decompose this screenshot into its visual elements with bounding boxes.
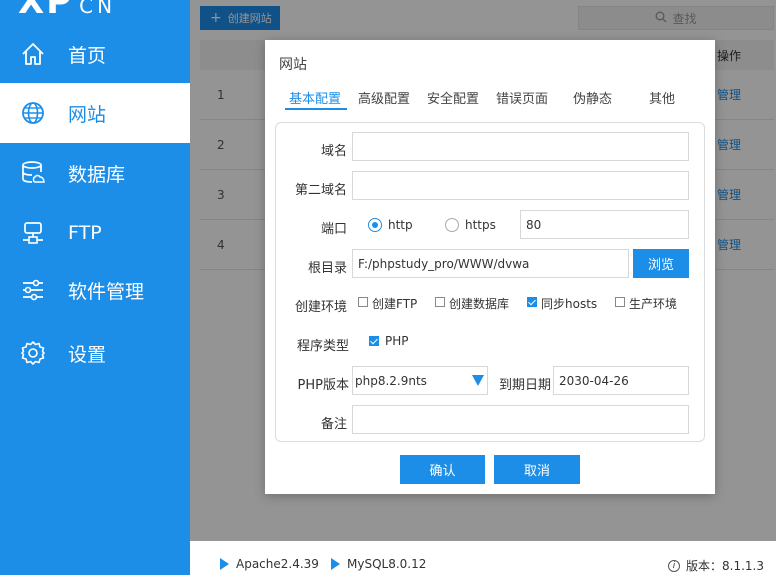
create-env-label: 创建环境 xyxy=(294,300,347,315)
sidebar-item-label: 软件管理 xyxy=(68,280,145,303)
sidebar-item-database[interactable]: 数据库 xyxy=(0,143,190,203)
sidebar-item-software[interactable]: 软件管理 xyxy=(0,260,190,320)
http-radio-label: http xyxy=(388,218,413,232)
sidebar-item-label: 首页 xyxy=(68,44,107,67)
https-radio[interactable] xyxy=(445,218,459,232)
tab-advanced-config[interactable]: 高级配置 xyxy=(358,88,410,107)
logo-suffix: CN xyxy=(79,0,117,18)
php-version-select[interactable]: php8.2.9nts xyxy=(352,366,488,395)
mysql-label: MySQL8.0.12 xyxy=(347,557,427,571)
website-dialog: 网站 基本配置 高级配置 安全配置 错误页面 伪静态 其他 域名 第二域名 端口… xyxy=(265,40,715,494)
sidebar-item-website[interactable]: 网站 xyxy=(0,83,190,143)
https-radio-label: https xyxy=(465,218,496,232)
sidebar-item-label: 设置 xyxy=(68,343,107,366)
tab-rewrite[interactable]: 伪静态 xyxy=(573,88,612,107)
sidebar: XP CN 首页 网站 数据库 FTP 软件管理 设置 xyxy=(0,0,190,575)
second-domain-input[interactable] xyxy=(352,171,689,200)
production-env-label: 生产环境 xyxy=(629,297,678,311)
play-icon xyxy=(331,558,340,570)
php-version-value: php8.2.9nts xyxy=(355,373,427,388)
sidebar-item-label: 网站 xyxy=(68,103,107,126)
create-ftp-label: 创建FTP xyxy=(372,297,418,311)
http-radio[interactable] xyxy=(368,218,382,232)
root-dir-label: 根目录 xyxy=(307,261,347,276)
tab-other[interactable]: 其他 xyxy=(649,88,675,107)
expire-date-input[interactable] xyxy=(553,366,689,395)
port-label: 端口 xyxy=(320,222,347,237)
play-icon xyxy=(220,558,229,570)
status-bar: Apache2.4.39 MySQL8.0.12 i 版本：8.1.1.3 xyxy=(190,541,776,575)
php-version-label: PHP版本 xyxy=(297,378,349,393)
logo: XP CN xyxy=(18,0,116,22)
program-type-label: 程序类型 xyxy=(296,339,349,354)
info-icon: i xyxy=(668,559,680,572)
production-env-checkbox[interactable] xyxy=(615,297,625,307)
confirm-button[interactable]: 确认 xyxy=(400,455,485,484)
dropdown-arrow-icon xyxy=(472,375,484,386)
tab-security-config[interactable]: 安全配置 xyxy=(427,88,479,107)
remark-label: 备注 xyxy=(320,417,347,432)
logo-main: XP xyxy=(18,0,74,22)
sidebar-item-label: FTP xyxy=(68,222,102,244)
browse-button[interactable]: 浏览 xyxy=(633,249,689,278)
php-checkbox-label: PHP xyxy=(385,334,409,348)
version-info: i 版本：8.1.1.3 xyxy=(668,557,764,574)
domain-input[interactable] xyxy=(352,132,689,161)
second-domain-label: 第二域名 xyxy=(294,183,347,198)
create-database-label: 创建数据库 xyxy=(449,297,510,311)
database-icon xyxy=(19,159,47,187)
globe-icon xyxy=(19,99,47,127)
tab-basic-config[interactable]: 基本配置 xyxy=(289,88,341,107)
tab-error-pages[interactable]: 错误页面 xyxy=(496,88,548,107)
create-ftp-checkbox[interactable] xyxy=(358,297,368,307)
php-checkbox[interactable] xyxy=(369,336,379,346)
ftp-server-icon xyxy=(19,219,47,247)
sidebar-item-label: 数据库 xyxy=(68,163,126,186)
sync-hosts-label: 同步hosts xyxy=(541,297,598,311)
port-input[interactable] xyxy=(520,210,689,239)
domain-label: 域名 xyxy=(320,144,347,159)
expire-date-label: 到期日期 xyxy=(498,378,551,393)
create-database-checkbox[interactable] xyxy=(435,297,445,307)
version-label: 版本：8.1.1.3 xyxy=(686,559,764,573)
root-dir-input[interactable] xyxy=(352,249,629,278)
mysql-status[interactable]: MySQL8.0.12 xyxy=(331,557,426,571)
sliders-icon xyxy=(19,276,47,304)
sidebar-item-settings[interactable]: 设置 xyxy=(0,323,190,383)
sync-hosts-checkbox[interactable] xyxy=(527,297,537,307)
dialog-title: 网站 xyxy=(279,57,307,73)
gear-icon xyxy=(19,339,47,367)
cancel-button[interactable]: 取消 xyxy=(494,455,580,484)
active-tab-indicator xyxy=(285,108,347,110)
sidebar-item-ftp[interactable]: FTP xyxy=(0,203,190,263)
apache-label: Apache2.4.39 xyxy=(236,557,319,571)
sidebar-item-home[interactable]: 首页 xyxy=(0,24,190,84)
home-icon xyxy=(19,40,47,68)
remark-input[interactable] xyxy=(352,405,689,434)
apache-status[interactable]: Apache2.4.39 xyxy=(220,557,319,571)
